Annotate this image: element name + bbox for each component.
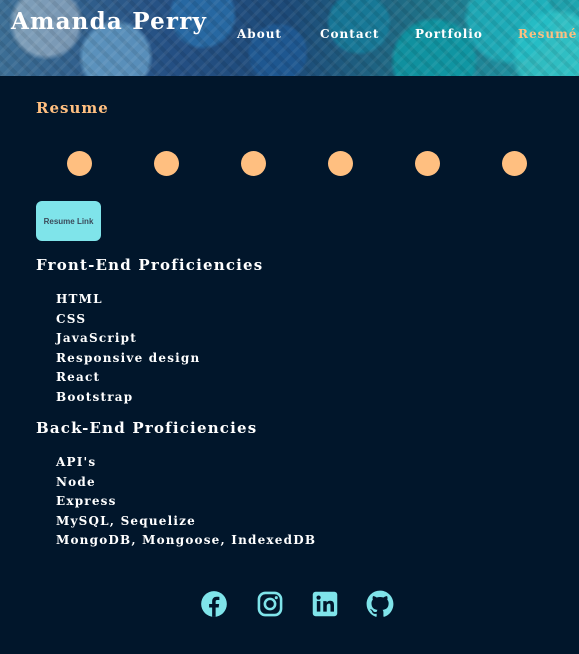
back-end-title: Back-End Proficiencies — [36, 419, 258, 437]
decorative-dot — [67, 151, 92, 176]
back-end-list: API's Node Express MySQL, Sequelize Mong… — [56, 453, 316, 551]
list-item: MongoDB, Mongoose, IndexedDB — [56, 533, 317, 548]
list-item: CSS — [56, 311, 87, 326]
list-item: Express — [56, 494, 117, 509]
list-item: JavaScript — [56, 331, 137, 346]
github-link[interactable] — [366, 590, 394, 618]
facebook-link[interactable] — [200, 590, 228, 618]
list-item: MySQL, Sequelize — [56, 513, 196, 528]
linkedin-icon — [312, 591, 338, 617]
front-end-title: Front-End Proficiencies — [36, 256, 264, 274]
decorative-dot — [415, 151, 440, 176]
list-item: Bootstrap — [56, 389, 134, 404]
nav-about[interactable]: About — [237, 27, 282, 41]
list-item: API's — [56, 455, 97, 469]
nav-contact[interactable]: Contact — [320, 27, 379, 41]
decorative-dot — [154, 151, 179, 176]
instagram-link[interactable] — [256, 590, 284, 618]
list-item: Node — [56, 474, 96, 489]
nav-portfolio[interactable]: Portfolio — [415, 27, 483, 41]
list-item: HTML — [56, 292, 103, 306]
decorative-dot — [241, 151, 266, 176]
decorative-dot — [328, 151, 353, 176]
linkedin-link[interactable] — [311, 590, 339, 618]
github-icon — [366, 590, 394, 617]
list-item: Responsive design — [56, 350, 201, 365]
facebook-icon — [201, 591, 227, 617]
site-header: Amanda Perry About Contact Portfolio Res… — [0, 0, 579, 76]
resume-link-button[interactable]: Resume Link — [36, 201, 101, 241]
front-end-list: HTML CSS JavaScript Responsive design Re… — [56, 290, 200, 408]
resume-section-title: Resume — [36, 99, 109, 117]
nav-resume[interactable]: Resumé — [518, 27, 577, 41]
decorative-dot — [502, 151, 527, 176]
instagram-icon — [257, 591, 283, 617]
list-item: React — [56, 370, 101, 385]
main-nav: About Contact Portfolio Resumé — [0, 27, 579, 47]
